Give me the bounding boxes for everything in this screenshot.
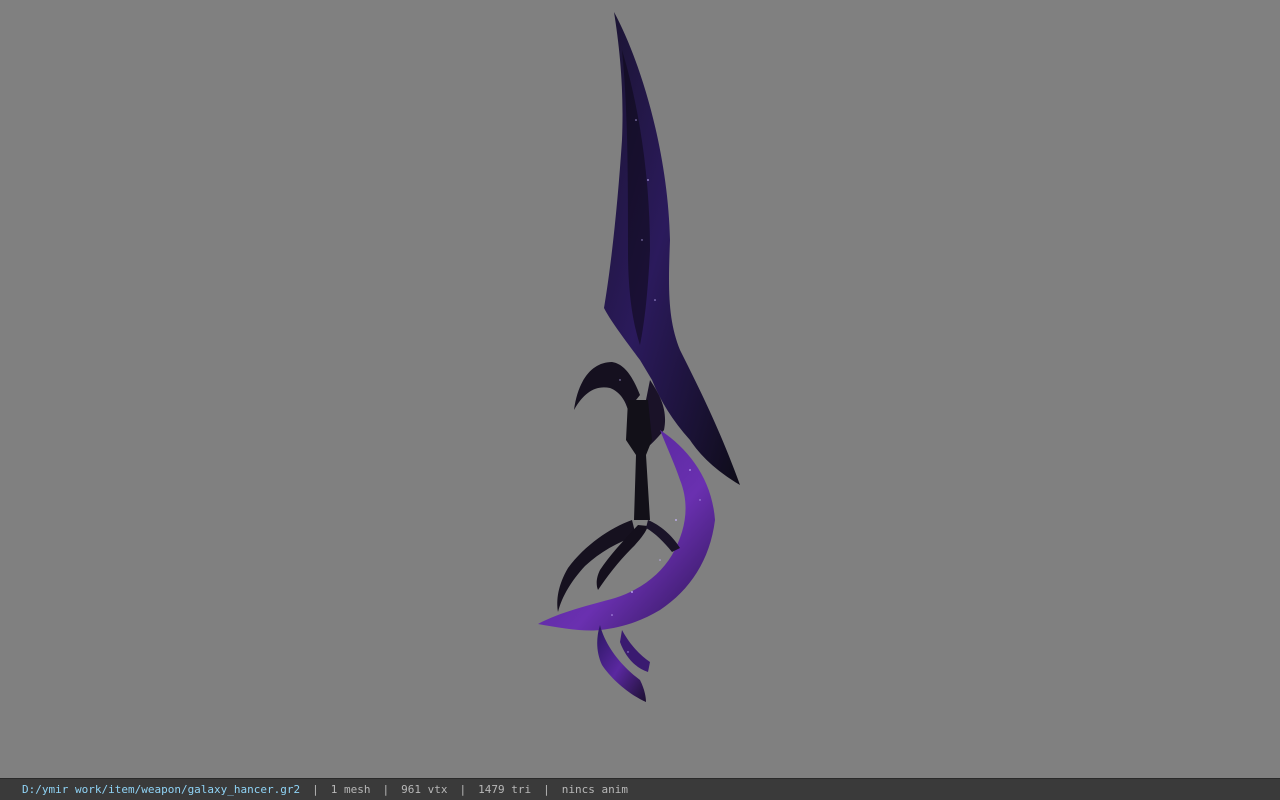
model-viewer: D:/ymir work/item/weapon/galaxy_hancer.g… <box>0 0 1280 800</box>
3d-viewport[interactable] <box>0 0 1280 778</box>
status-separator: | <box>382 783 390 796</box>
sword-tail-mid <box>620 630 650 672</box>
vertex-count-label: 961 vtx <box>401 783 448 796</box>
status-separator: | <box>543 783 550 796</box>
status-bar: D:/ymir work/item/weapon/galaxy_hancer.g… <box>0 778 1280 800</box>
sword-claw-right <box>646 520 680 552</box>
animation-status-label: nincs anim <box>561 783 628 796</box>
sword-model <box>538 12 740 702</box>
status-separator: | <box>312 783 319 796</box>
sword-blade <box>604 12 740 485</box>
sword-handle <box>626 400 652 520</box>
status-separator: | <box>459 783 467 796</box>
mesh-count-label: 1 mesh <box>330 783 371 796</box>
file-path-label: D:/ymir work/item/weapon/galaxy_hancer.g… <box>22 783 301 796</box>
triangle-count-label: 1479 tri <box>478 783 532 796</box>
